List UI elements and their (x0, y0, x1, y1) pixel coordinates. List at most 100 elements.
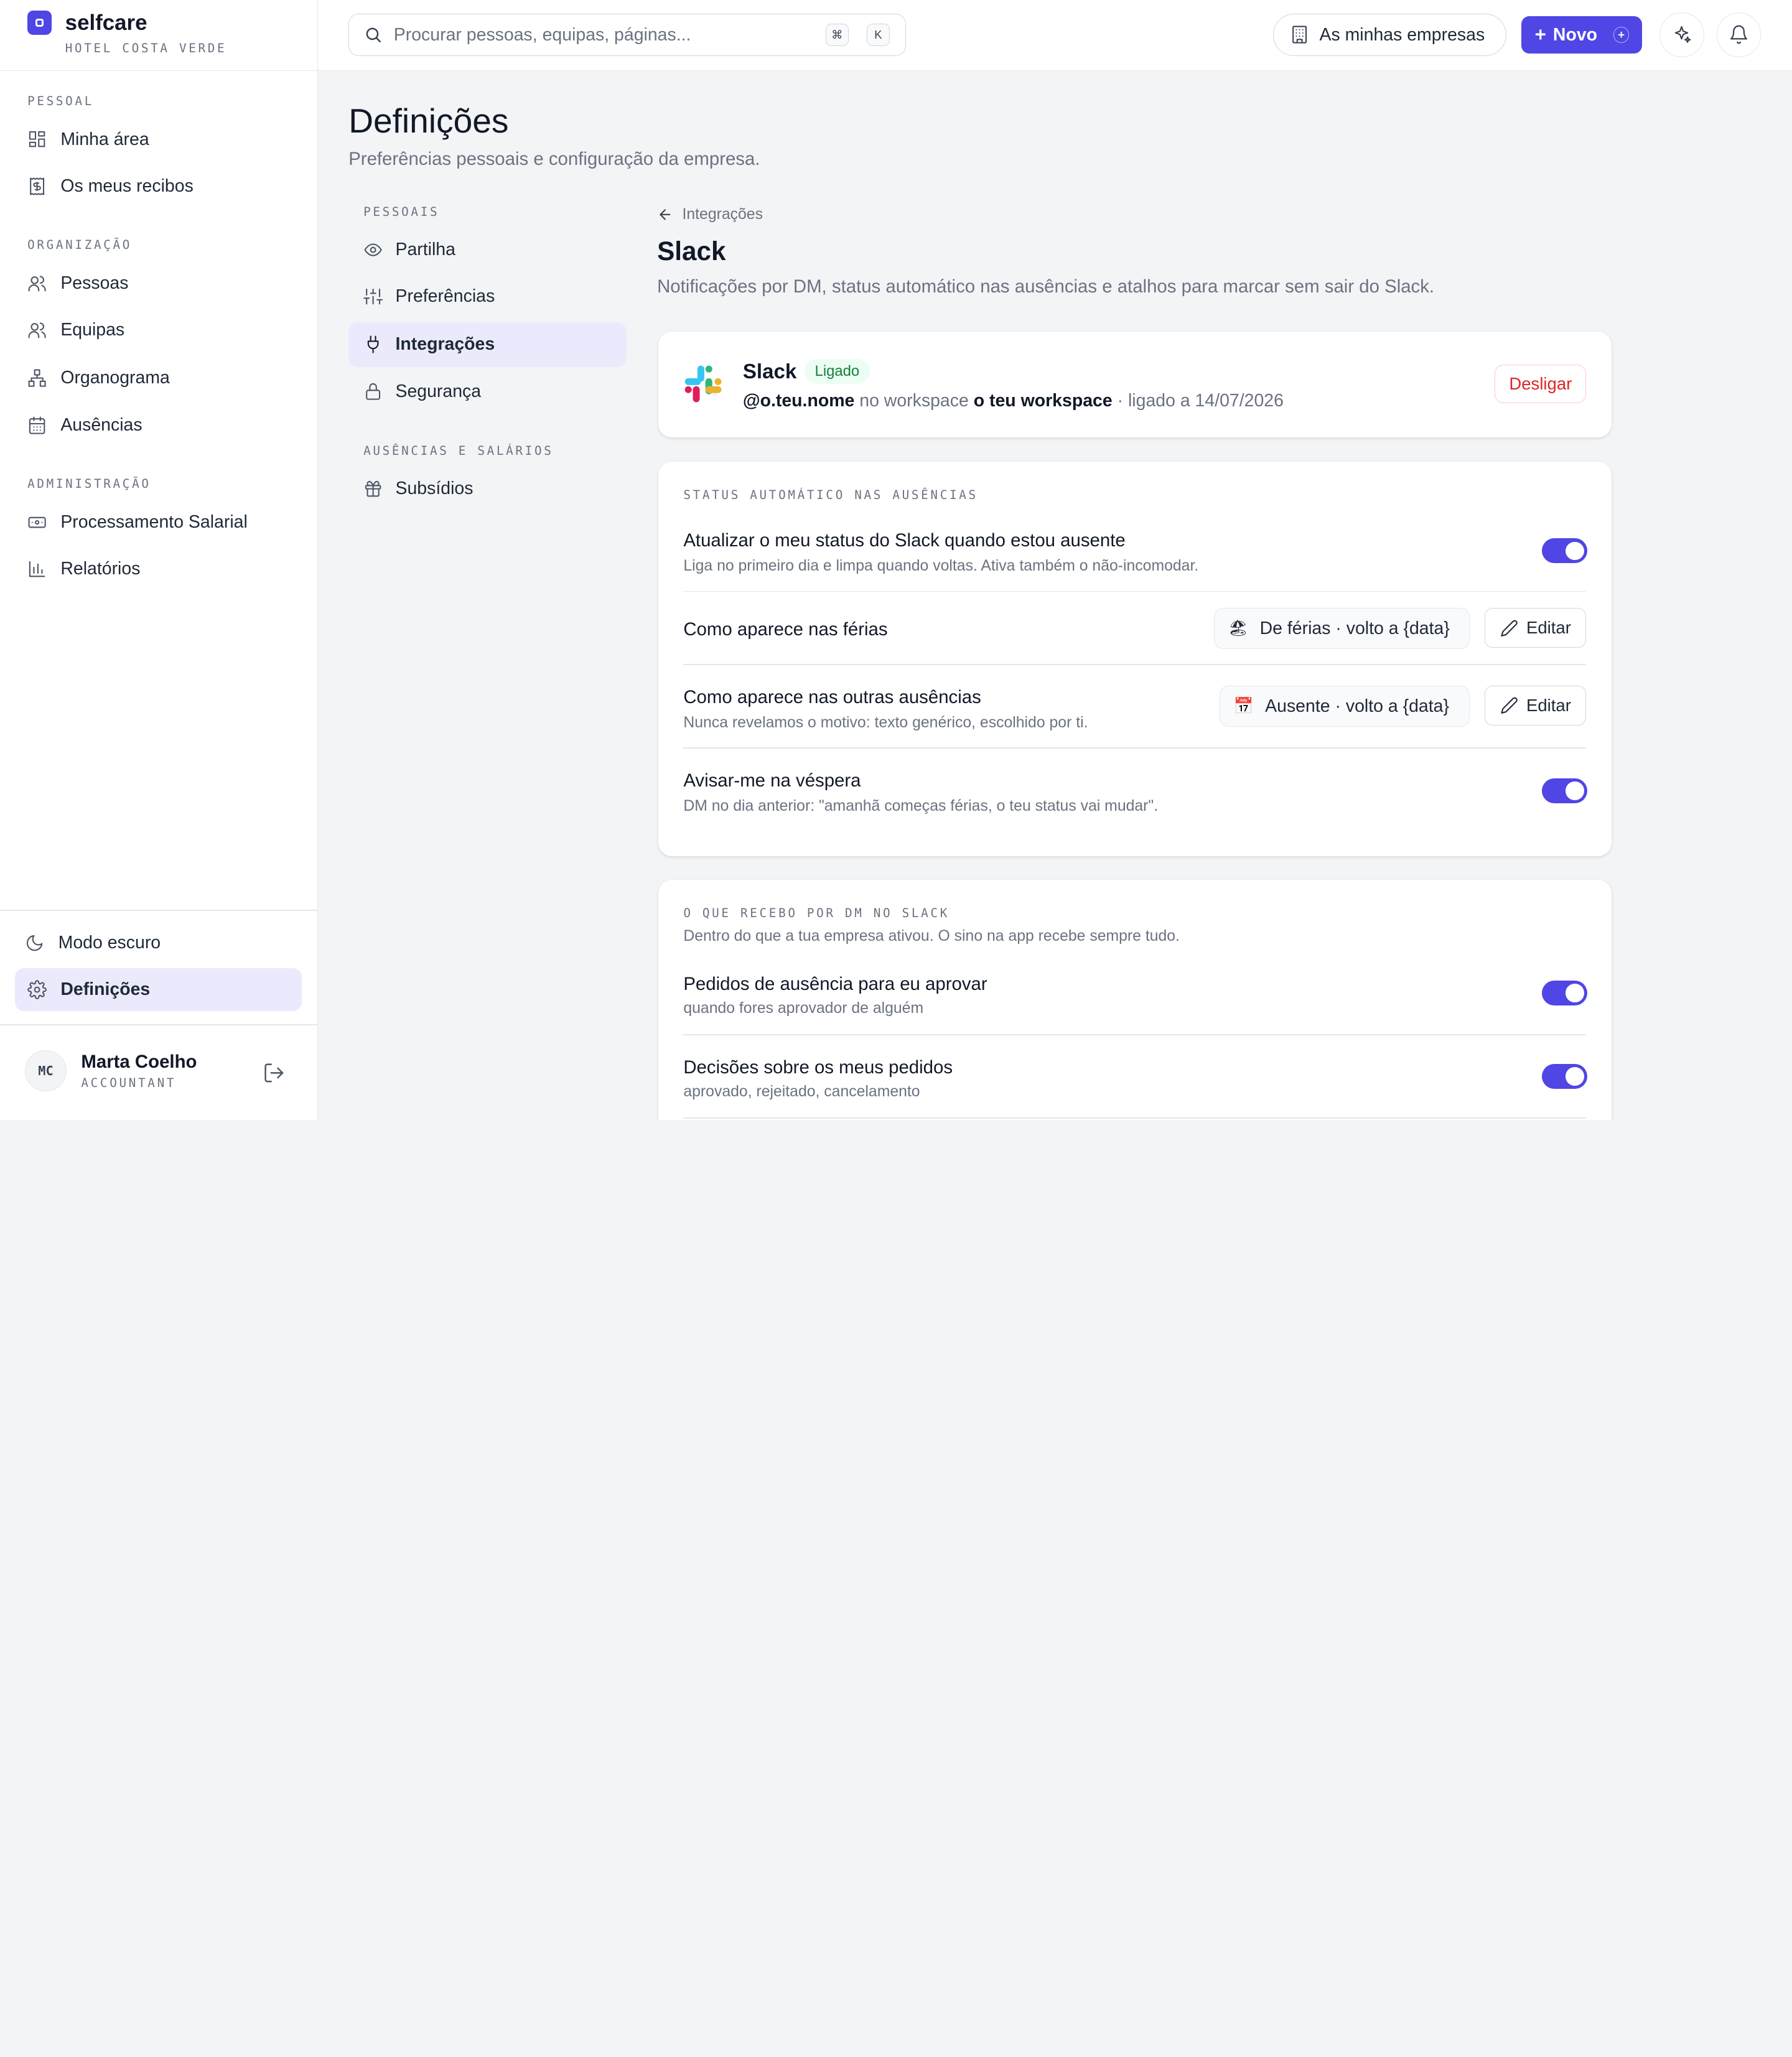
dm-item-desc: quando fores aprovador de alguém (683, 1000, 924, 1017)
section-title: O QUE RECEBO POR DM NO SLACK (683, 906, 950, 921)
pencil-icon (1501, 697, 1518, 714)
dm-preferences-card: O QUE RECEBO POR DM NO SLACK Dentro do q… (658, 880, 1612, 1120)
settings-nav-label: Preferências (395, 286, 495, 307)
dm-decisions-toggle[interactable] (1541, 1063, 1588, 1089)
row-divider (683, 590, 1587, 592)
other-absences-desc: Nunca revelamos o motivo: texto genérico… (683, 714, 1088, 731)
gift-icon (365, 480, 381, 497)
settings-nav-label: Subsídios (395, 478, 474, 498)
sidebar-divider (0, 910, 318, 911)
page-title: Definições (348, 101, 509, 140)
connection-details: @o.teu.nome no workspace o teu workspace… (743, 391, 1284, 411)
pencil-icon (1501, 620, 1518, 637)
page-subtitle: Preferências pessoais e configuração da … (348, 148, 760, 169)
row-divider (683, 664, 1587, 665)
my-companies-button[interactable]: As minhas empresas (1273, 14, 1506, 56)
sidebar-item-minha-area[interactable]: Minha área (15, 118, 302, 161)
users-icon (28, 276, 46, 292)
brand-name: selfcare (65, 10, 147, 35)
sliders-icon (363, 288, 383, 305)
row-divider (683, 747, 1587, 749)
user-role: ACCOUNTANT (81, 1076, 177, 1091)
sidebar-section-administracao: ADMINISTRAÇÃO (27, 476, 151, 491)
eye-icon (364, 243, 382, 256)
sparkles-icon (1674, 26, 1691, 44)
update-status-desc: Liga no primeiro dia e limpa quando volt… (683, 557, 1199, 575)
new-button-label: Novo (1552, 24, 1598, 45)
status-badge: Ligado (805, 358, 870, 385)
dm-approvals-toggle[interactable] (1541, 980, 1588, 1006)
settings-section-pessoais: PESSOAIS (363, 204, 440, 219)
row-divider (683, 1034, 1587, 1036)
logout-icon[interactable] (263, 1061, 286, 1084)
sidebar-item-pessoas[interactable]: Pessoas (15, 262, 302, 306)
section-description: Dentro do que a tua empresa ativou. O si… (683, 928, 1180, 945)
sidebar-item-label: Equipas (60, 320, 125, 340)
arrow-left-icon (660, 209, 671, 220)
workspace-prefix: no workspace (854, 391, 974, 411)
settings-nav-label: Segurança (395, 381, 482, 401)
sidebar-item-equipas[interactable]: Equipas (15, 309, 302, 352)
edit-vacation-status-button[interactable]: Editar (1484, 608, 1587, 648)
new-button[interactable]: + Novo + (1521, 16, 1643, 54)
edit-other-status-button[interactable]: Editar (1484, 686, 1587, 726)
receipt-icon (30, 177, 45, 195)
other-status-text: Ausente · volto a {data} (1265, 696, 1449, 716)
sidebar-item-label: Ausências (60, 414, 142, 435)
eve-reminder-toggle[interactable] (1541, 778, 1588, 804)
connection-name: Slack (742, 360, 797, 383)
settings-nav-label: Partilha (395, 239, 455, 259)
update-status-toggle[interactable] (1541, 538, 1588, 564)
disconnect-button[interactable]: Desligar (1495, 364, 1587, 404)
edit-label: Editar (1526, 696, 1571, 716)
ai-assistant-button[interactable] (1659, 12, 1704, 57)
settings-nav-partilha[interactable]: Partilha (348, 228, 626, 273)
search-icon (366, 27, 381, 43)
dark-mode-toggle[interactable]: Modo escuro (15, 921, 302, 964)
shortcut-key-cmd: ⌘ (825, 23, 849, 47)
eve-reminder-title: Avisar-me na véspera (683, 770, 861, 791)
dm-item-desc: aprovado, rejeitado, cancelamento (683, 1083, 920, 1101)
sidebar-item-label: Pessoas (60, 273, 129, 293)
sidebar-item-recibos[interactable]: Os meus recibos (15, 164, 302, 208)
user-profile[interactable]: MC Marta Coelho ACCOUNTANT (25, 1050, 299, 1092)
other-status-preview: 📅 Ausente · volto a {data} (1219, 686, 1470, 727)
dm-item-title: Decisões sobre os meus pedidos (683, 1056, 953, 1078)
sidebar-item-definicoes[interactable]: Definições (14, 968, 302, 1012)
settings-nav-subsidios[interactable]: Subsídios (348, 466, 626, 511)
lock-icon (366, 383, 381, 401)
my-companies-label: As minhas empresas (1319, 24, 1485, 45)
user-name: Marta Coelho (81, 1051, 197, 1072)
plus-icon: + (1534, 24, 1546, 45)
sidebar-item-relatorios[interactable]: Relatórios (15, 548, 302, 591)
dm-item-title: Pedidos de ausência para eu aprovar (683, 973, 987, 994)
sidebar-item-processamento-salarial[interactable]: Processamento Salarial (15, 500, 302, 544)
plus-circle-icon: + (1613, 27, 1630, 43)
settings-nav-seguranca[interactable]: Segurança (348, 369, 626, 414)
org-chart-icon (28, 369, 46, 387)
building-icon (1292, 26, 1307, 44)
top-bar: Procurar pessoas, equipas, páginas... ⌘ … (317, 0, 1792, 71)
integration-title: Slack (657, 236, 726, 266)
back-label: Integrações (682, 205, 763, 223)
sidebar: selfcare HOTEL COSTA VERDE PESSOAL Minha… (0, 0, 318, 1120)
update-status-title: Atualizar o meu status do Slack quando e… (683, 530, 1126, 551)
brand[interactable]: selfcare HOTEL COSTA VERDE (0, 0, 317, 71)
settings-nav-preferencias[interactable]: Preferências (348, 274, 626, 319)
sidebar-item-organograma[interactable]: Organograma (15, 357, 302, 400)
back-to-integrations-link[interactable]: Integrações (657, 206, 763, 223)
sidebar-item-ausencias[interactable]: Ausências (15, 403, 302, 447)
dashboard-icon (29, 131, 45, 147)
slack-handle: @o.teu.nome (742, 391, 855, 411)
sidebar-item-label: Relatórios (60, 559, 141, 579)
sidebar-section-organizacao: ORGANIZAÇÃO (27, 238, 133, 253)
company-name: HOTEL COSTA VERDE (65, 40, 227, 55)
auto-status-card: STATUS AUTOMÁTICO NAS AUSÊNCIAS Atualiza… (658, 462, 1612, 856)
notifications-button[interactable] (1716, 12, 1762, 57)
settings-section-ausencias-salarios: AUSÊNCIAS E SALÁRIOS (363, 443, 554, 458)
search-input[interactable]: Procurar pessoas, equipas, páginas... ⌘ … (348, 14, 907, 56)
shortcut-key-k: K (867, 23, 890, 47)
workspace-name: o teu workspace (973, 391, 1113, 411)
settings-nav-integracoes[interactable]: Integrações (348, 322, 627, 367)
calendar-icon (29, 416, 45, 434)
